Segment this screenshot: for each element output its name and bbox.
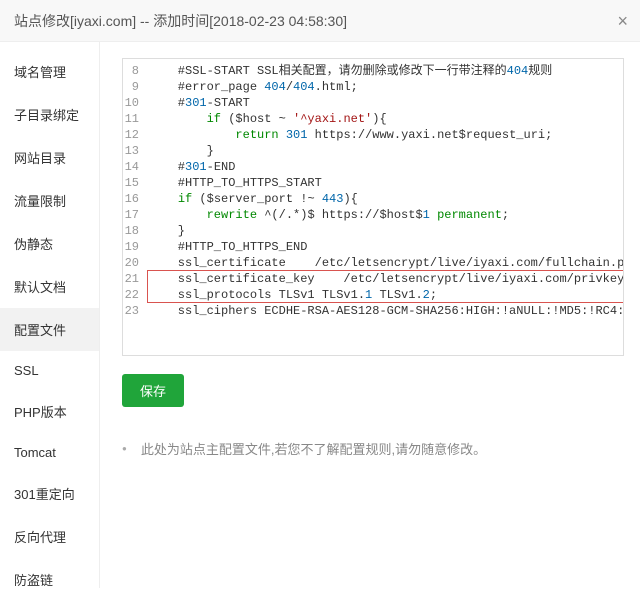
editor-gutter: 891011121314151617181920212223 bbox=[123, 59, 145, 323]
hint-row: ● 此处为站点主配置文件,若您不了解配置规则,请勿随意修改。 bbox=[122, 439, 624, 458]
save-button[interactable]: 保存 bbox=[122, 374, 184, 407]
bullet-icon: ● bbox=[122, 444, 127, 453]
sidebar-item[interactable]: SSL bbox=[0, 351, 99, 390]
sidebar-item[interactable]: 301重定向 bbox=[0, 472, 99, 515]
sidebar: 域名管理子目录绑定网站目录流量限制伪静态默认文档配置文件SSLPHP版本Tomc… bbox=[0, 42, 100, 588]
sidebar-item[interactable]: 配置文件 bbox=[0, 308, 99, 351]
sidebar-item[interactable]: 网站目录 bbox=[0, 136, 99, 179]
main-panel: 891011121314151617181920212223 #SSL-STAR… bbox=[100, 42, 640, 588]
window-title: 站点修改[iyaxi.com] -- 添加时间[2018-02-23 04:58… bbox=[14, 13, 347, 29]
sidebar-item[interactable]: 流量限制 bbox=[0, 179, 99, 222]
dialog-body: 域名管理子目录绑定网站目录流量限制伪静态默认文档配置文件SSLPHP版本Tomc… bbox=[0, 42, 640, 588]
hint-text: 此处为站点主配置文件,若您不了解配置规则,请勿随意修改。 bbox=[141, 439, 486, 458]
sidebar-item[interactable]: 子目录绑定 bbox=[0, 93, 99, 136]
editor-code[interactable]: #SSL-START SSL相关配置，请勿删除或修改下一行带注释的404规则 #… bbox=[145, 59, 623, 323]
config-editor[interactable]: 891011121314151617181920212223 #SSL-STAR… bbox=[122, 58, 624, 356]
close-icon[interactable]: × bbox=[617, 0, 628, 42]
sidebar-item[interactable]: 域名管理 bbox=[0, 50, 99, 93]
sidebar-item[interactable]: 防盗链 bbox=[0, 558, 99, 601]
window-titlebar: 站点修改[iyaxi.com] -- 添加时间[2018-02-23 04:58… bbox=[0, 0, 640, 42]
sidebar-item[interactable]: Tomcat bbox=[0, 433, 99, 472]
sidebar-item[interactable]: 默认文档 bbox=[0, 265, 99, 308]
sidebar-item[interactable]: 反向代理 bbox=[0, 515, 99, 558]
sidebar-item[interactable]: 伪静态 bbox=[0, 222, 99, 265]
sidebar-item[interactable]: PHP版本 bbox=[0, 390, 99, 433]
